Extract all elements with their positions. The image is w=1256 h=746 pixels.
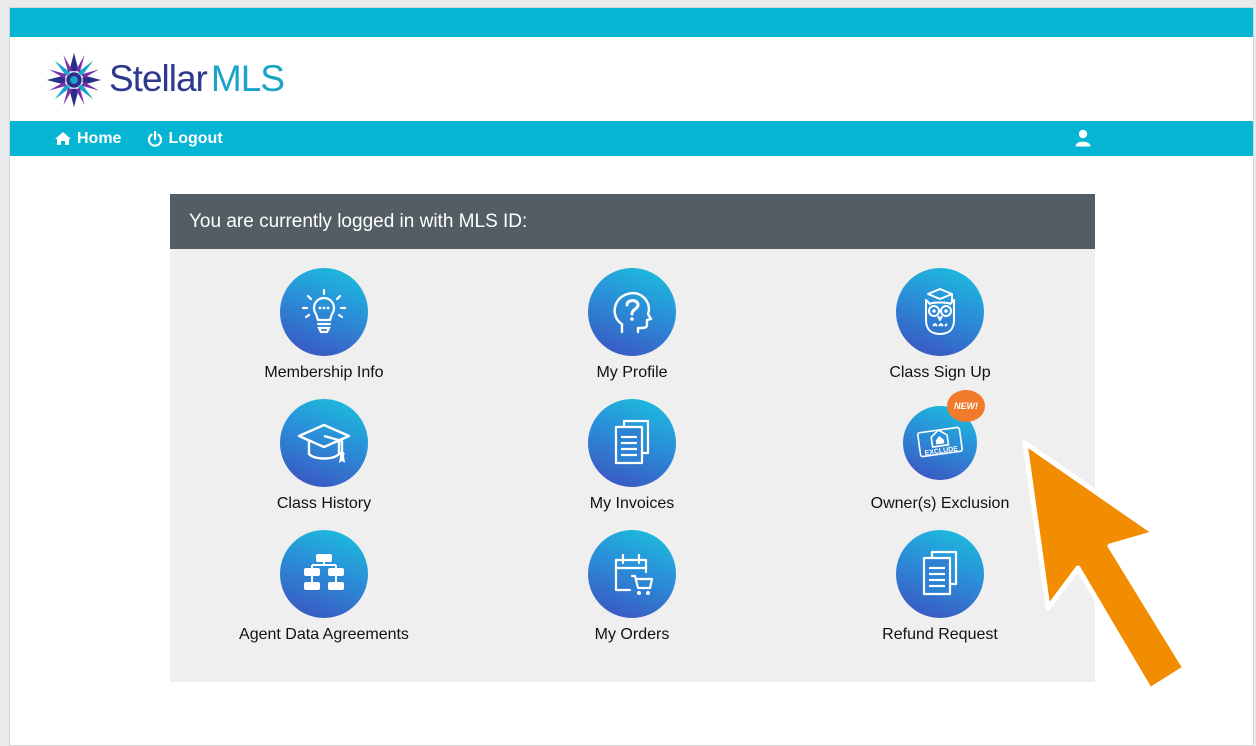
calendar-cart-icon <box>614 553 654 595</box>
class-sign-up-icon-circle <box>896 268 984 356</box>
my-invoices-tile[interactable]: My Invoices <box>512 399 752 513</box>
exclude-stamp-text: EXCLUDE <box>924 446 958 458</box>
class-sign-up-label: Class Sign Up <box>889 364 991 381</box>
top-accent-bar <box>10 8 1253 37</box>
membership-info-label: Membership Info <box>264 364 384 381</box>
class-sign-up-tile[interactable]: Class Sign Up <box>820 268 1060 382</box>
brand-name-main: Stellar <box>109 58 208 99</box>
home-label: Home <box>77 129 122 147</box>
new-badge: NEW! <box>947 390 985 422</box>
stellar-mls-logo[interactable]: Stellar MLS <box>45 51 285 109</box>
brand-wordmark: Stellar MLS <box>109 58 285 100</box>
class-history-label: Class History <box>276 495 372 512</box>
browser-frame: Stellar MLS Home Logout You are currently… <box>9 7 1254 746</box>
graduation-cap-icon <box>297 423 351 463</box>
exclude-house-icon: EXCLUDE <box>916 426 964 458</box>
refund-request-label: Refund Request <box>882 626 998 643</box>
logout-label: Logout <box>168 129 223 147</box>
org-chart-icon <box>304 554 344 590</box>
membership-info-icon-circle <box>280 268 368 356</box>
documents-icon <box>614 419 650 465</box>
agent-data-agreements-tile[interactable]: Agent Data Agreements <box>204 530 444 644</box>
home-link[interactable]: Home <box>54 130 121 148</box>
my-profile-tile[interactable]: My Profile <box>512 268 752 382</box>
documents-icon <box>922 550 958 596</box>
logout-link[interactable]: Logout <box>147 129 223 148</box>
starburst-logo-icon <box>46 52 102 108</box>
lightbulb-icon <box>301 288 347 334</box>
home-icon <box>55 132 71 145</box>
my-profile-icon-circle <box>588 268 676 356</box>
class-history-tile[interactable]: Class History <box>204 399 444 513</box>
agent-data-agreements-icon-circle <box>280 530 368 618</box>
owners-exclusion-label: Owner(s) Exclusion <box>870 495 1010 512</box>
my-orders-tile[interactable]: My Orders <box>512 530 752 644</box>
my-invoices-label: My Invoices <box>589 495 675 512</box>
class-history-icon-circle <box>280 399 368 487</box>
power-icon <box>148 130 163 147</box>
orange-pointer-arrow-icon <box>1022 440 1188 693</box>
refund-request-icon-circle <box>896 530 984 618</box>
agent-data-agreements-label: Agent Data Agreements <box>239 626 409 643</box>
my-orders-icon-circle <box>588 530 676 618</box>
owners-exclusion-icon-circle: NEW! EXCLUDE <box>903 390 985 480</box>
my-orders-label: My Orders <box>594 626 670 643</box>
head-question-icon <box>613 292 653 334</box>
my-invoices-icon-circle <box>588 399 676 487</box>
owl-icon <box>925 288 955 335</box>
main-navbar: Home Logout <box>10 121 1253 156</box>
login-status-header: You are currently logged in with MLS ID: <box>170 194 1095 249</box>
dashboard-panel: You are currently logged in with MLS ID: <box>170 194 1095 682</box>
brand-name-accent: MLS <box>210 58 285 99</box>
my-profile-label: My Profile <box>596 364 668 381</box>
membership-info-tile[interactable]: Membership Info <box>204 268 444 382</box>
user-account-icon[interactable] <box>1075 129 1091 147</box>
